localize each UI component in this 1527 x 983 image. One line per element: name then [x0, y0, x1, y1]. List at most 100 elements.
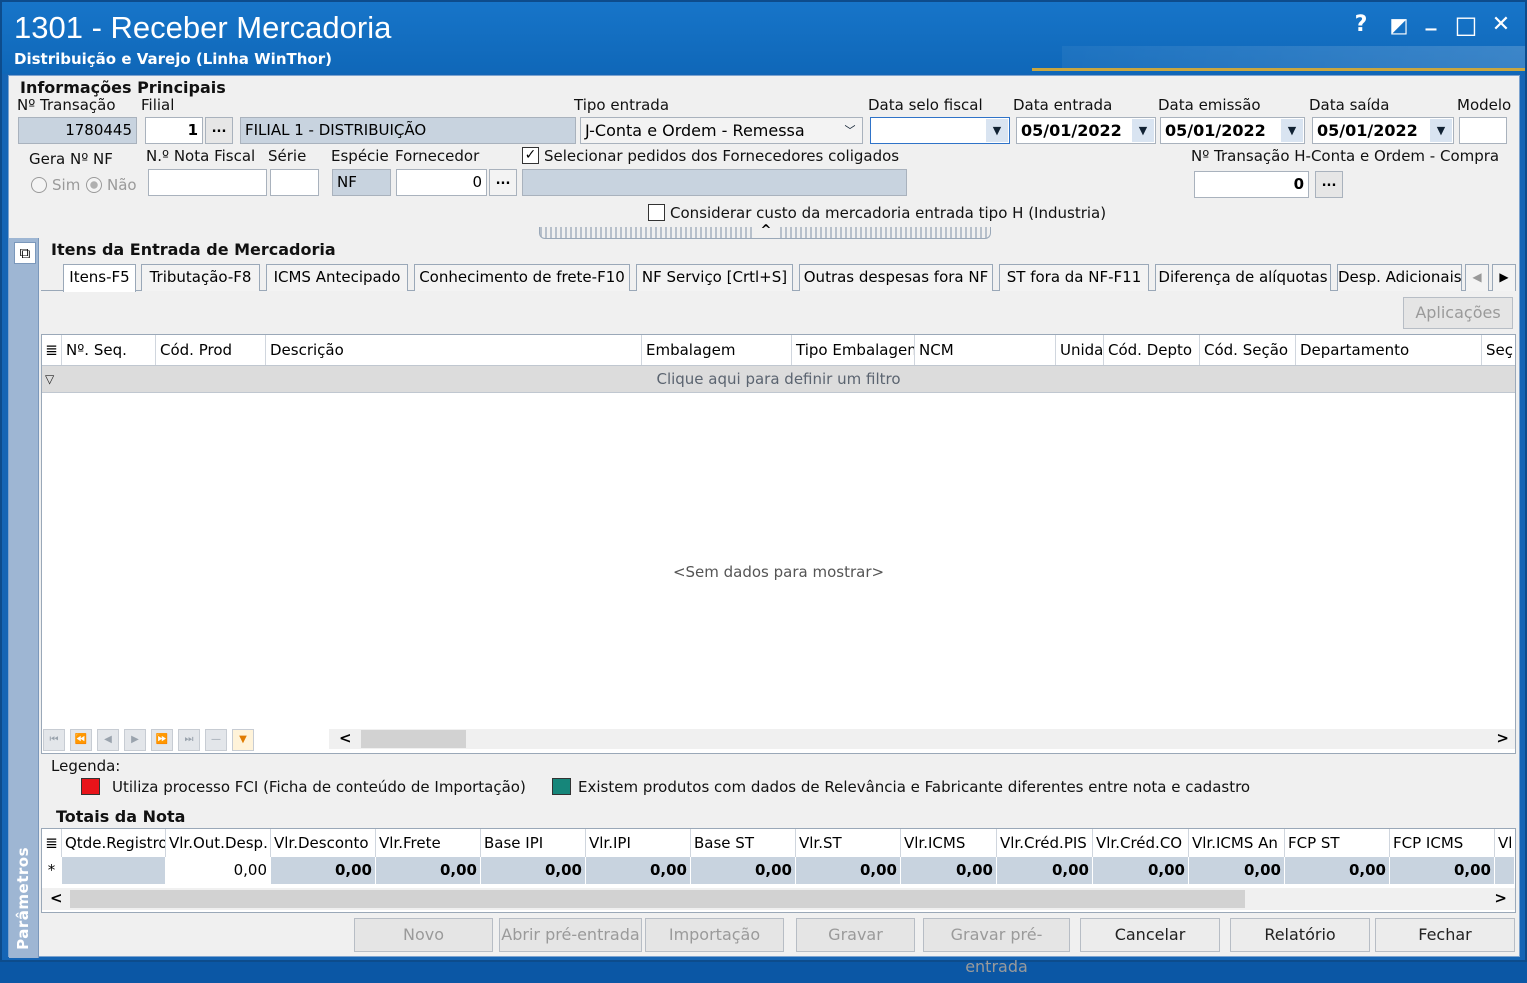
totais-col-header[interactable]: Vlr.IPI: [586, 829, 691, 857]
novo-button[interactable]: Novo: [354, 918, 493, 952]
totais-col-header[interactable]: FCP ST: [1285, 829, 1390, 857]
col-header[interactable]: Tipo Embalagem: [792, 335, 915, 365]
fornecedor-search-button[interactable]: ...: [489, 169, 517, 196]
scroll-thumb[interactable]: [70, 890, 1245, 908]
nav-next-page-icon[interactable]: ⏩: [151, 729, 173, 751]
totais-col-header[interactable]: Base IPI: [481, 829, 586, 857]
itens-hscroll[interactable]: < >: [329, 729, 1515, 749]
tab-itens[interactable]: Itens-F5: [63, 264, 136, 292]
col-header[interactable]: NCM: [915, 335, 1056, 365]
tab-icms-antecipado[interactable]: ICMS Antecipado: [266, 264, 408, 291]
totais-cell: 0,00: [1285, 857, 1390, 884]
totais-cell: 0,00: [586, 857, 691, 884]
especie-label: Espécie: [331, 147, 389, 165]
totais-col-header[interactable]: Vlr.Créd.PIS: [997, 829, 1093, 857]
data-saida-field[interactable]: 05/01/2022 ▼: [1312, 117, 1454, 144]
especie-field: NF: [332, 169, 391, 196]
cancelar-button[interactable]: Cancelar: [1080, 918, 1220, 952]
tab-scroll-left-icon[interactable]: ◀: [1465, 264, 1489, 291]
totais-col-header[interactable]: Vlr.ICMS: [901, 829, 997, 857]
transacao-h-field[interactable]: 0: [1194, 171, 1309, 198]
parametros-sidebar[interactable]: Parâmetros: [9, 238, 39, 958]
maximize-icon[interactable]: □: [1453, 12, 1479, 38]
chevron-up-icon[interactable]: ^: [753, 224, 779, 238]
totais-col-header[interactable]: FCP ICMS: [1390, 829, 1495, 857]
tab-outras-despesas[interactable]: Outras despesas fora NF: [799, 264, 993, 291]
totais-hscroll[interactable]: < >: [42, 888, 1515, 910]
data-emissao-field[interactable]: 05/01/2022 ▼: [1160, 117, 1305, 144]
tab-tributacao[interactable]: Tributação-F8: [141, 264, 260, 291]
totais-col-header[interactable]: Qtde.Registro: [62, 829, 166, 857]
nav-last-icon[interactable]: ⏭: [178, 729, 200, 751]
filter-row[interactable]: ▽ Clique aqui para definir um filtro: [42, 365, 1515, 393]
gravar-pre-entrada-button[interactable]: Gravar pré-entrada: [923, 918, 1070, 976]
transacao-h-search-button[interactable]: ...: [1315, 171, 1343, 198]
col-header[interactable]: Unida: [1056, 335, 1104, 365]
itens-grid: ≣ Nº. Seq. Cód. Prod Descrição Embalagem…: [41, 334, 1516, 754]
col-header[interactable]: Seç: [1482, 335, 1515, 365]
help-icon[interactable]: ?: [1348, 12, 1374, 38]
col-header[interactable]: Descrição: [266, 335, 642, 365]
totais-cell: 0,00: [1390, 857, 1495, 884]
totais-col-header[interactable]: Vlr.Out.Desp.: [166, 829, 271, 857]
totais-col-header[interactable]: Vlr.Créd.CO: [1093, 829, 1189, 857]
abrir-pre-entrada-button[interactable]: Abrir pré-entrada: [499, 918, 642, 952]
pin-icon[interactable]: ⧉: [14, 242, 36, 264]
tab-scroll-right-icon[interactable]: ▶: [1492, 264, 1516, 291]
modelo-field[interactable]: [1459, 117, 1507, 144]
nav-next-icon[interactable]: ▶: [124, 729, 146, 751]
aplicacoes-button[interactable]: Aplicações: [1403, 297, 1513, 329]
col-header[interactable]: Embalagem: [642, 335, 792, 365]
column-chooser-icon[interactable]: ≣: [42, 335, 62, 365]
nav-delete-icon[interactable]: —: [205, 729, 227, 751]
gera-nf-nao-radio[interactable]: [86, 177, 102, 193]
col-header[interactable]: Cód. Prod: [156, 335, 266, 365]
totais-cell[interactable]: 0,00: [166, 857, 271, 884]
relatorio-button[interactable]: Relatório: [1230, 918, 1370, 952]
filial-search-button[interactable]: ...: [205, 117, 233, 144]
totais-col-header[interactable]: Base ST: [691, 829, 796, 857]
totais-col-header[interactable]: Vlr.ST: [796, 829, 901, 857]
importacao-button[interactable]: Importação: [645, 918, 784, 952]
nav-prev-icon[interactable]: ◀: [97, 729, 119, 751]
scroll-right-icon[interactable]: >: [1496, 729, 1509, 747]
tab-nf-servico[interactable]: NF Serviço [Crtl+S]: [636, 264, 793, 291]
tab-desp-adicionais[interactable]: Desp. Adicionais: [1337, 264, 1462, 291]
scroll-left-icon[interactable]: <: [50, 889, 63, 907]
nav-filter-icon[interactable]: ▼: [232, 729, 254, 751]
scroll-left-icon[interactable]: <: [339, 729, 352, 747]
gravar-button[interactable]: Gravar: [796, 918, 915, 952]
totais-col-header[interactable]: Vlr.Desconto: [271, 829, 376, 857]
scroll-thumb[interactable]: [361, 730, 466, 748]
restore-icon[interactable]: ◩: [1386, 12, 1412, 38]
totais-col-header[interactable]: Vl: [1495, 829, 1515, 857]
section-itens: Itens da Entrada de Mercadoria: [51, 240, 336, 259]
tab-conhecimento-frete[interactable]: Conhecimento de frete-F10: [414, 264, 630, 291]
tab-st-fora-nf[interactable]: ST fora da NF-F11: [999, 264, 1149, 291]
col-header[interactable]: Cód. Seção: [1200, 335, 1296, 365]
custo-h-checkbox[interactable]: [648, 204, 665, 221]
close-icon[interactable]: ✕: [1488, 12, 1514, 38]
tab-diferenca-aliquotas[interactable]: Diferença de alíquotas: [1155, 264, 1331, 291]
data-entrada-field[interactable]: 05/01/2022 ▼: [1016, 117, 1156, 144]
col-header[interactable]: Nº. Seq.: [62, 335, 156, 365]
fechar-button[interactable]: Fechar: [1375, 918, 1515, 952]
serie-field[interactable]: [270, 169, 319, 196]
totais-col-header[interactable]: Vlr.ICMS An: [1189, 829, 1285, 857]
nota-fiscal-field[interactable]: [148, 169, 267, 196]
col-header[interactable]: Cód. Depto: [1104, 335, 1200, 365]
scroll-right-icon[interactable]: >: [1494, 889, 1507, 907]
minimize-icon[interactable]: _: [1418, 6, 1444, 32]
gera-nf-sim-radio[interactable]: [31, 177, 47, 193]
fornecedor-code-field[interactable]: 0: [396, 169, 487, 196]
nav-prev-page-icon[interactable]: ⏪: [70, 729, 92, 751]
nav-first-icon[interactable]: ⏮: [43, 729, 65, 751]
coligados-checkbox[interactable]: ✓: [522, 147, 539, 164]
col-header[interactable]: Departamento: [1296, 335, 1482, 365]
totais-col-header[interactable]: Vlr.Frete: [376, 829, 481, 857]
tipo-entrada-select[interactable]: J-Conta e Ordem - Remessa ﹀: [580, 117, 863, 144]
column-chooser-icon[interactable]: ≣: [42, 829, 62, 857]
filial-code-field[interactable]: 1: [145, 117, 203, 144]
legend-fci-swatch: [81, 778, 100, 795]
data-selo-field[interactable]: ▼: [870, 117, 1010, 144]
